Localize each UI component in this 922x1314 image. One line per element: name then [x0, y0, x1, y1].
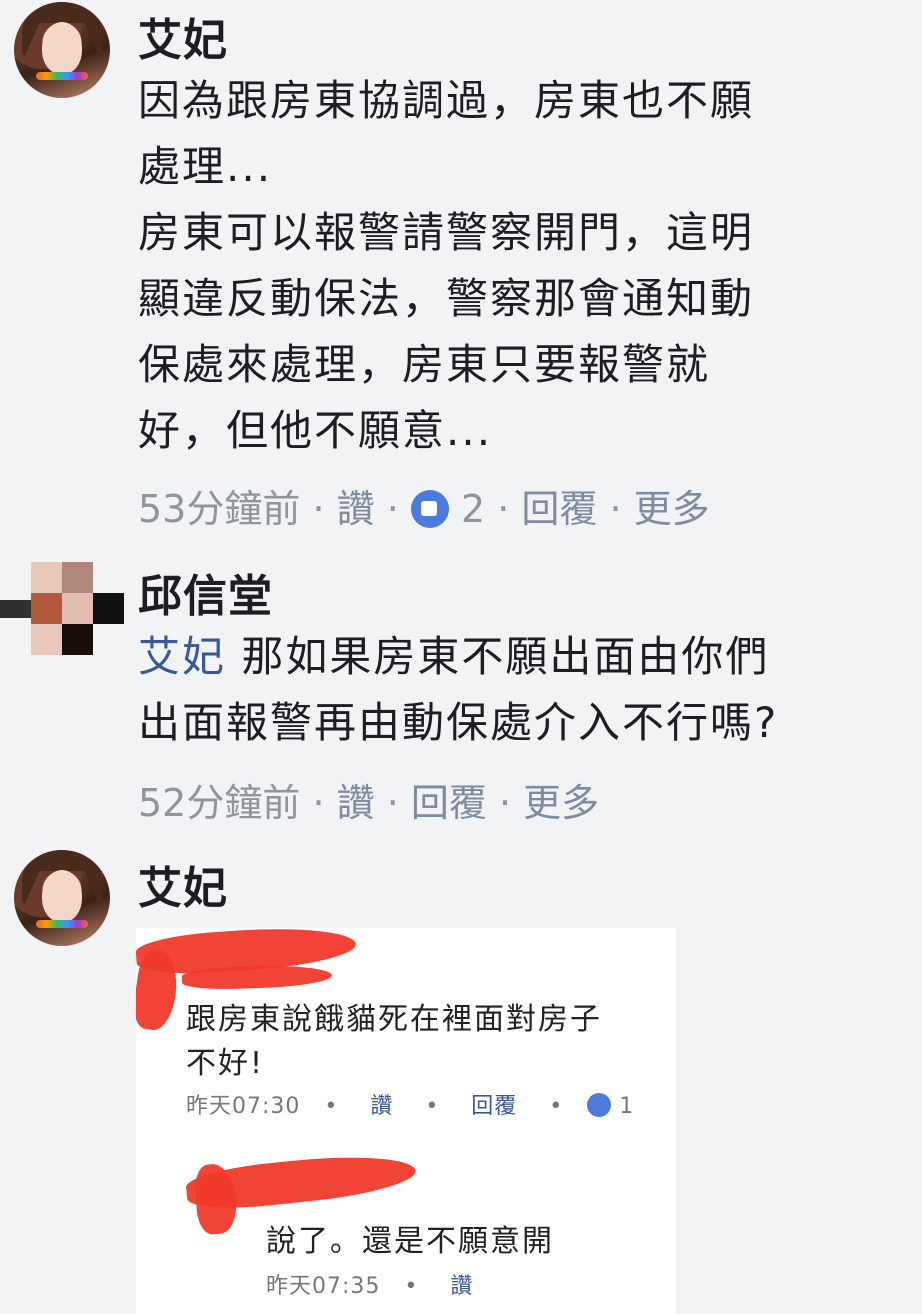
attached-reply-label: 回覆: [471, 1094, 518, 1119]
attached-comment-meta: 昨天07:30 • 讚 • 回覆 • 1: [186, 1093, 635, 1119]
avatar[interactable]: [14, 850, 110, 946]
attached-like-label: 讚: [370, 1094, 394, 1119]
comment-time[interactable]: 53分鐘前: [138, 487, 300, 531]
attached-comment-meta: 昨天07:35 • 讚: [266, 1274, 474, 1299]
attached-comment-text: 說了。還是不願意開: [266, 1224, 554, 1259]
comment-time[interactable]: 52分鐘前: [138, 781, 300, 825]
comment-line: 出面報警再由動保處介入不行嗎?: [138, 698, 779, 747]
comment-author[interactable]: 艾妃: [138, 4, 228, 68]
comment-text: 那如果房東不願出面由你們: [226, 632, 770, 681]
attached-comment-text: 跟房東說餓貓死在裡面對房子: [186, 1002, 602, 1037]
avatar[interactable]: [0, 562, 124, 658]
like-button[interactable]: 讚: [337, 781, 375, 825]
comment-author[interactable]: 邱信堂: [138, 560, 273, 624]
comment-body: 因為跟房東協調過，房東也不願 處理... 房東可以報警請警察開門，這明 顯違反動…: [138, 68, 908, 464]
reply-button[interactable]: 回覆: [411, 781, 487, 825]
avatar[interactable]: [14, 2, 110, 98]
comment-line: 顯違反動保法，警察那會通知動: [138, 274, 755, 323]
like-icon[interactable]: [410, 490, 449, 528]
like-button[interactable]: 讚: [337, 487, 375, 531]
comment-line: 房東可以報警請警察開門，這明: [138, 208, 755, 257]
attached-screenshot[interactable]: 跟房東說餓貓死在裡面對房子 不好! 昨天07:30 • 讚 • 回覆 • 1 說…: [136, 928, 676, 1314]
comment-meta: 53分鐘前 · 讚 · 2 · 回覆 · 更多: [138, 487, 710, 531]
reaction-count[interactable]: 2: [461, 487, 485, 531]
attached-reaction-count: 1: [619, 1094, 635, 1119]
attached-like-label: 讚: [450, 1274, 474, 1299]
more-button[interactable]: 更多: [523, 781, 599, 825]
comment-line: 保處來處理，房東只要報警就: [138, 340, 711, 389]
like-icon: [587, 1093, 612, 1117]
comment-line: 處理...: [138, 142, 273, 191]
attached-comment-text: 不好!: [186, 1046, 265, 1081]
comment-line: 好，但他不願意...: [138, 406, 493, 455]
mention-link[interactable]: 艾妃: [138, 632, 226, 681]
attached-comment-time: 昨天07:30: [186, 1094, 301, 1119]
reply-button[interactable]: 回覆: [521, 487, 597, 531]
comment-meta: 52分鐘前 · 讚 · 回覆 · 更多: [138, 781, 600, 825]
comment-body: 艾妃 那如果房東不願出面由你們 出面報警再由動保處介入不行嗎?: [138, 624, 918, 756]
more-button[interactable]: 更多: [634, 487, 710, 531]
comment-author[interactable]: 艾妃: [138, 852, 228, 916]
attached-comment-time: 昨天07:35: [266, 1274, 381, 1299]
comment-line: 因為跟房東協調過，房東也不願: [138, 76, 755, 125]
comment-line: 艾妃 那如果房東不願出面由你們: [138, 624, 918, 690]
